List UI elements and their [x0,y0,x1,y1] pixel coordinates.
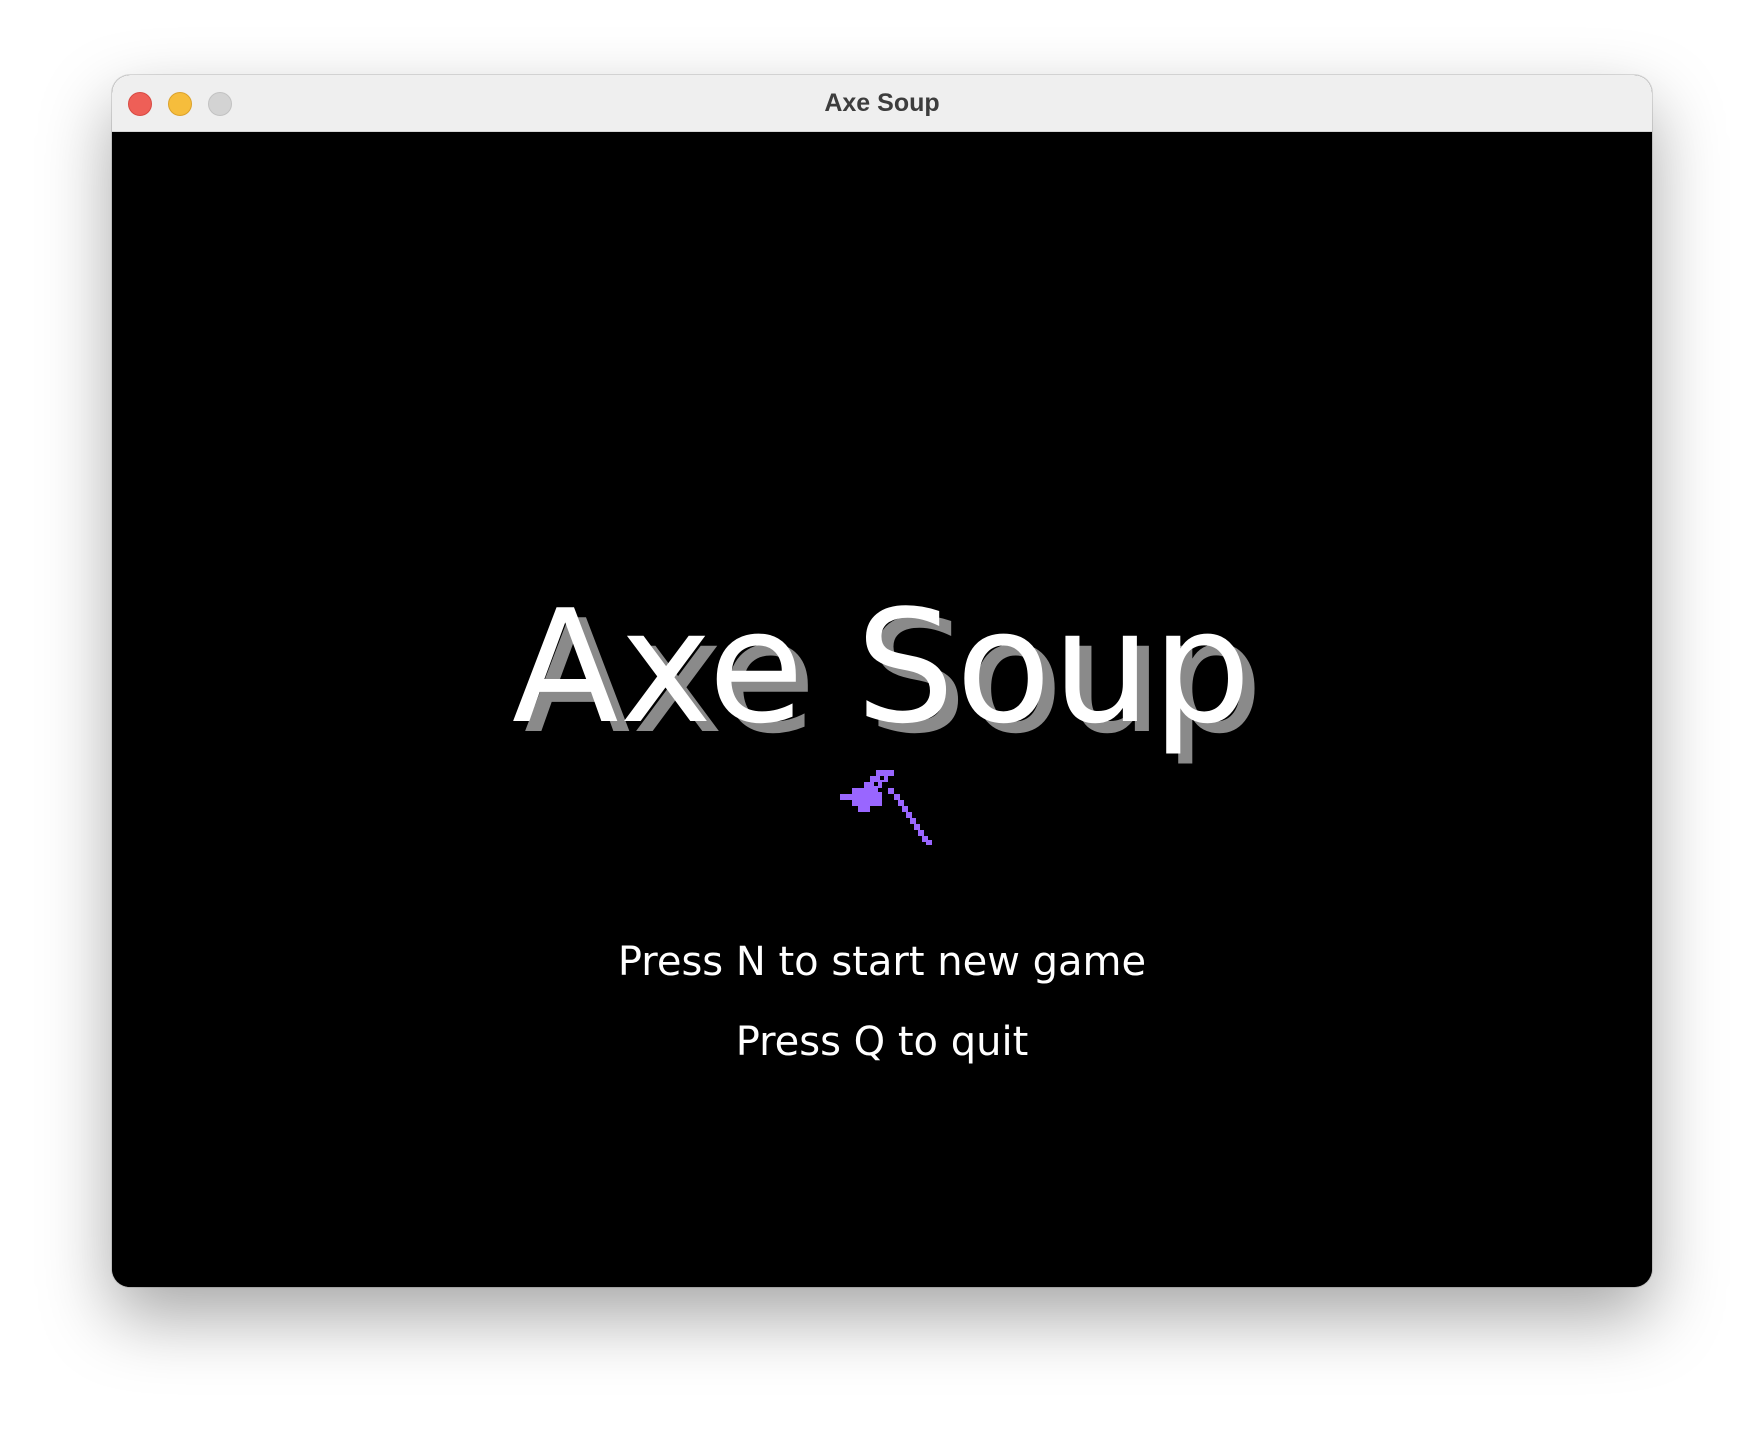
app-window: Axe Soup Axe Soup Axe Soup Press N to st… [112,75,1652,1287]
game-title: Axe Soup Axe Soup [112,576,1652,762]
window-title: Axe Soup [824,89,940,117]
game-screen[interactable]: Axe Soup Axe Soup Press N to start new g… [112,132,1652,1287]
start-new-game-prompt: Press N to start new game [617,939,1147,985]
quit-prompt: Press Q to quit [735,1019,1029,1065]
game-title-text: Axe Soup [511,576,1253,758]
axe-icon [840,770,932,845]
title-bar[interactable]: Axe Soup [112,75,1652,132]
